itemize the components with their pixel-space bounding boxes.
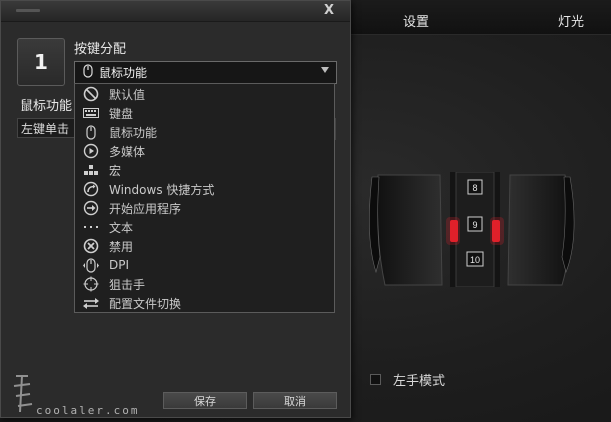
mouse-icon bbox=[83, 64, 93, 81]
option-dpi[interactable]: DPI bbox=[81, 256, 129, 274]
left-hand-mode-label: 左手模式 bbox=[393, 374, 446, 389]
no-sign-icon bbox=[81, 86, 101, 102]
swap-arrows-icon bbox=[81, 295, 101, 311]
close-button[interactable]: X bbox=[324, 3, 334, 18]
dots-icon bbox=[81, 219, 101, 235]
option-label: 文本 bbox=[109, 220, 134, 235]
option-label: 宏 bbox=[109, 163, 122, 178]
cancel-button[interactable]: 取消 bbox=[253, 392, 337, 409]
option-text[interactable]: 文本 bbox=[81, 218, 133, 236]
option-windows-shortcut[interactable]: Windows 快捷方式 bbox=[81, 180, 214, 198]
key-number: 1 bbox=[34, 50, 48, 74]
tab-lighting[interactable]: 灯光 bbox=[558, 11, 584, 30]
option-sniper[interactable]: 狙击手 bbox=[81, 275, 145, 293]
option-label: 鼠标功能 bbox=[109, 125, 158, 140]
option-multimedia[interactable]: 多媒体 bbox=[81, 142, 145, 160]
arrow-circle-icon bbox=[81, 200, 101, 216]
crosshair-icon bbox=[81, 276, 101, 292]
assign-title: 按键分配 bbox=[74, 42, 127, 57]
option-macro[interactable]: 宏 bbox=[81, 161, 121, 179]
mouse-button-9-label: 9 bbox=[472, 220, 477, 230]
save-button[interactable]: 保存 bbox=[163, 392, 247, 409]
option-label: 禁用 bbox=[109, 239, 134, 254]
option-launch-app[interactable]: 开始应用程序 bbox=[81, 199, 181, 217]
mouse-left-side bbox=[376, 174, 443, 286]
assign-type-select[interactable]: 鼠标功能 bbox=[74, 61, 337, 84]
option-label: DPI bbox=[109, 258, 130, 272]
option-label: 默认值 bbox=[109, 87, 146, 102]
mouse-red-glow-right bbox=[490, 217, 504, 245]
assign-type-dropdown: 默认值 键盘 鼠标功能 多媒体 宏 Windows 快捷方式 开始应用程序 文本… bbox=[74, 83, 335, 313]
left-hand-mode-checkbox[interactable] bbox=[370, 374, 381, 385]
button-assign-dialog: X 1 按键分配 鼠标功能 鼠标功能 左键单击 默认值 键盘 鼠标功能 多媒体 bbox=[0, 0, 351, 418]
option-label: 多媒体 bbox=[109, 144, 146, 159]
option-default[interactable]: 默认值 bbox=[81, 85, 145, 103]
left-hand-mode[interactable]: 左手模式 bbox=[370, 370, 445, 389]
mouse-icon bbox=[81, 124, 101, 140]
function-title: 鼠标功能 bbox=[20, 99, 73, 114]
mouse-button-10-label: 10 bbox=[470, 255, 480, 265]
watermark-text: coolaler.com bbox=[36, 404, 140, 417]
mouse-illustration: 8 9 10 bbox=[369, 172, 575, 287]
dialog-title-bar[interactable]: X bbox=[1, 1, 350, 22]
drag-grip[interactable] bbox=[16, 9, 40, 12]
keyboard-icon bbox=[81, 105, 101, 121]
option-disable[interactable]: 禁用 bbox=[81, 237, 133, 255]
option-label: 开始应用程序 bbox=[109, 201, 182, 216]
key-number-badge: 1 bbox=[17, 38, 65, 86]
play-circle-icon bbox=[81, 143, 101, 159]
tab-settings[interactable]: 设置 bbox=[403, 11, 429, 30]
dpi-mouse-icon bbox=[81, 257, 101, 273]
function-value-field[interactable]: 左键单击 bbox=[17, 118, 75, 138]
blocks-icon bbox=[81, 162, 101, 178]
shortcut-icon bbox=[81, 181, 101, 197]
option-label: 狙击手 bbox=[109, 277, 146, 292]
option-label: 键盘 bbox=[109, 106, 134, 121]
selected-option-label: 鼠标功能 bbox=[99, 66, 148, 80]
option-keyboard[interactable]: 键盘 bbox=[81, 104, 133, 122]
option-profile-switch[interactable]: 配置文件切换 bbox=[81, 294, 181, 312]
mouse-right-side bbox=[507, 174, 571, 286]
option-label: 配置文件切换 bbox=[109, 296, 182, 311]
x-circle-icon bbox=[81, 238, 101, 254]
option-label: Windows 快捷方式 bbox=[109, 182, 215, 197]
chevron-down-icon bbox=[321, 67, 329, 73]
mouse-red-glow-left bbox=[446, 217, 460, 245]
mouse-button-8-label: 8 bbox=[472, 183, 477, 193]
option-mouse-function[interactable]: 鼠标功能 bbox=[81, 123, 157, 141]
